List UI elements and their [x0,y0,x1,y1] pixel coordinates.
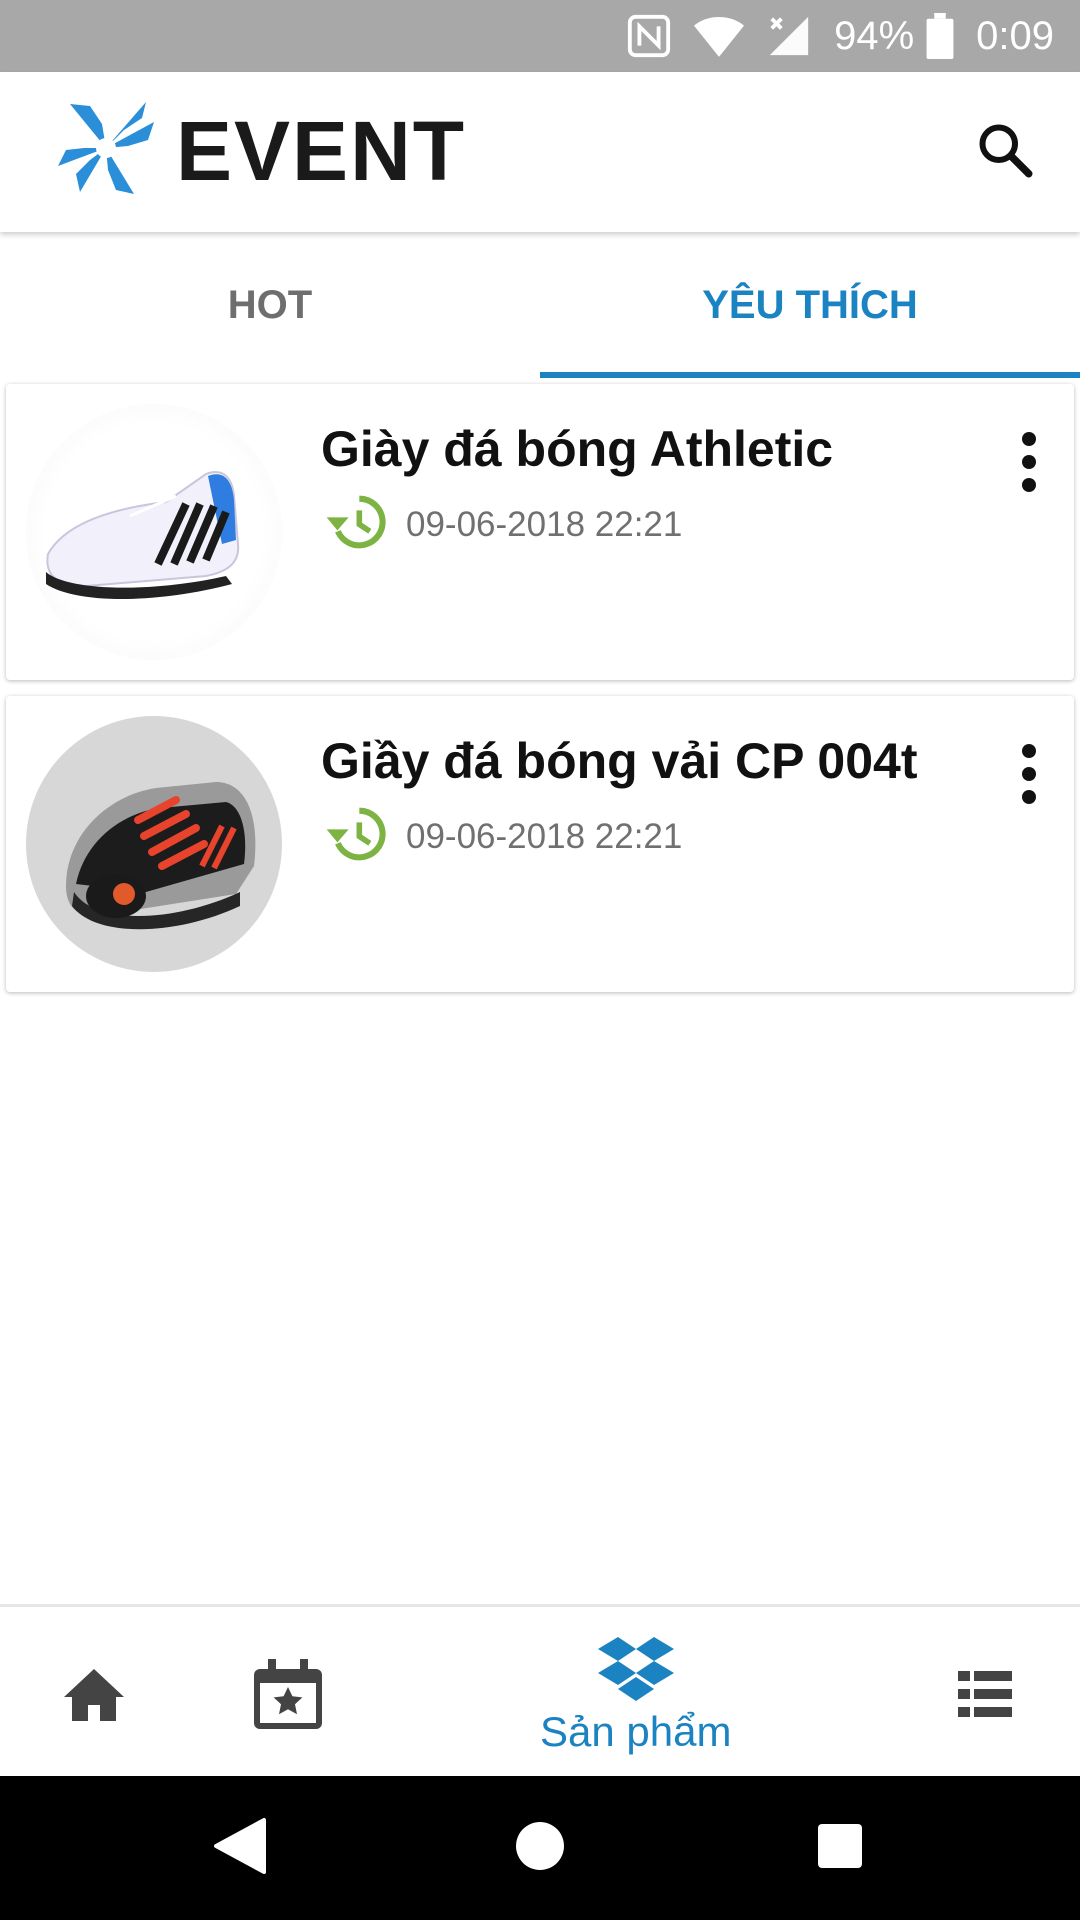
logo-swirl-icon [50,94,162,207]
status-bar: 94% 0:09 [0,0,1080,72]
calendar-star-icon [250,1659,326,1736]
wifi-icon [694,13,745,59]
tab-favorites[interactable]: YÊU THÍCH [540,232,1080,378]
search-button[interactable] [970,117,1040,187]
item-time: 09-06-2018 22:21 [406,816,683,856]
nav-list[interactable] [958,1671,1012,1722]
more-vertical-icon [1019,743,1039,810]
bottom-navigation: Sản phẩm [0,1604,1080,1779]
clock: 0:09 [976,13,1054,58]
more-vertical-icon [1019,431,1039,498]
product-thumbnail [26,716,282,972]
nav-home[interactable] [62,1667,126,1728]
home-circle-icon [515,1821,565,1876]
item-meta: 09-06-2018 22:21 [326,806,682,867]
system-navigation-bar [0,1776,1080,1920]
history-icon [326,806,388,867]
back-button[interactable] [204,1812,276,1884]
logo-text: EVENT [176,103,467,198]
nav-products-label: Sản phẩm [540,1708,732,1755]
nav-events[interactable] [250,1659,326,1736]
signal-no-sim-icon [766,13,812,59]
tab-bar: HOT YÊU THÍCH [0,232,1080,378]
item-title: Giầy đá bóng vải CP 004t [321,733,918,789]
list-icon [958,1671,1012,1722]
recents-button[interactable] [804,1812,876,1884]
list-item[interactable]: Giầy đá bóng vải CP 004t 09-06-2018 22:2… [6,696,1074,992]
item-time: 09-06-2018 22:21 [406,504,683,544]
more-options-button[interactable] [1004,736,1054,816]
app-logo[interactable]: EVENT [50,94,466,207]
home-icon [62,1667,126,1728]
white-shoe-image [46,471,240,599]
product-list: Giày đá bóng Athletic 09-06-2018 22:21 G… [6,384,1074,1008]
product-thumbnail [26,404,282,660]
search-icon [975,120,1035,185]
nav-products[interactable]: Sản phẩm [540,1637,731,1756]
black-red-shoes-image [66,782,256,930]
back-triangle-icon [212,1816,268,1881]
product-box-icon [597,1637,674,1706]
tab-hot[interactable]: HOT [0,232,540,378]
item-title: Giày đá bóng Athletic [321,421,834,477]
history-icon [326,494,388,555]
home-button[interactable] [504,1812,576,1884]
recents-square-icon [817,1823,863,1874]
more-options-button[interactable] [1004,424,1054,504]
nfc-icon [626,13,672,59]
item-meta: 09-06-2018 22:21 [326,494,682,555]
app-bar: EVENT [0,72,1080,232]
battery-icon [926,13,954,59]
battery-percent: 94% [834,13,915,58]
list-item[interactable]: Giày đá bóng Athletic 09-06-2018 22:21 [6,384,1074,680]
